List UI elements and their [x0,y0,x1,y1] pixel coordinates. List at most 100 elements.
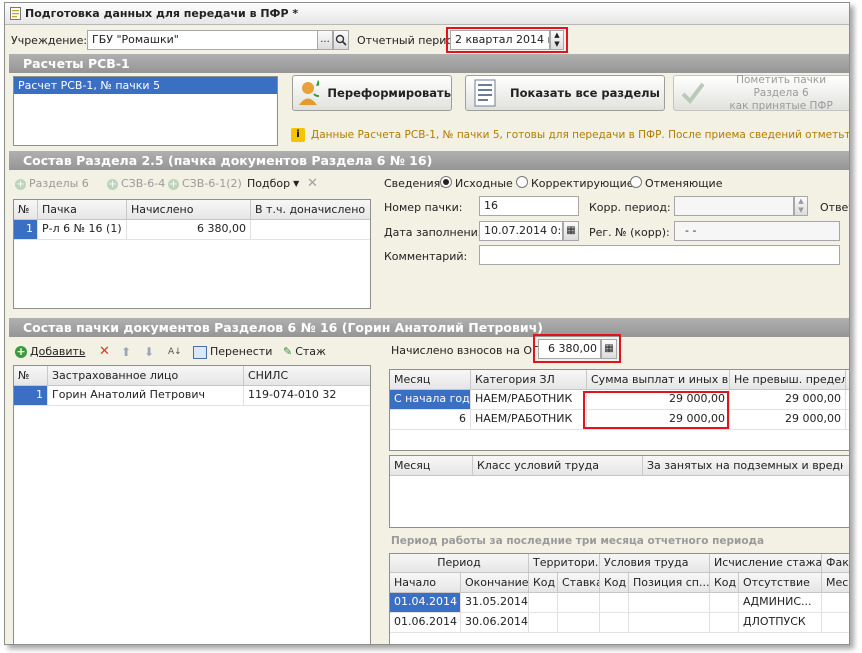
cell-end: 31.05.2014 [461,593,529,612]
arrow-up-icon[interactable]: ⬆ [121,344,131,360]
table-row[interactable]: 01.06.2014 30.06.2014 ДЛОТПУСК [390,613,849,633]
radio-ishod[interactable]: Исходные [440,176,513,192]
korr-period-label: Корр. период: [589,201,671,214]
col-terr-code: Код [529,573,558,592]
korr-period-field[interactable] [674,196,794,216]
comment-label: Комментарий: [384,250,468,263]
col-underground: За занятых на подземных и вредных р... [647,459,843,472]
section-rsv-header: Расчеты РСВ-1 [9,54,849,73]
plus-circle-icon: + [168,178,179,190]
col-absence: Отсутствие [739,573,822,592]
move-button[interactable]: Перенести [193,344,272,360]
period-field[interactable]: 2 квартал 2014 г. [450,30,550,50]
show-all-sections-button[interactable]: Показать все разделы [465,75,665,111]
search-icon[interactable] [333,30,349,50]
col-extra: В [846,370,849,389]
podbor-button[interactable]: Подбор ▼ [247,176,299,192]
stazh-label: Стаж [295,345,326,358]
comment-field[interactable] [479,245,840,265]
pack-number-field[interactable]: 16 [479,196,579,216]
mark-accepted-line2: как принятые ПФР [729,99,833,112]
add-button[interactable]: + Добавить [15,344,85,360]
cell-extra [251,220,370,239]
section25-grid[interactable]: № Пачка Начислено В т.ч. доначислено 1 Р… [13,199,371,309]
szv61-button[interactable]: + СЗВ-6-1(2) [168,176,242,192]
col-month: Месяц [390,370,471,389]
arrow-down-icon[interactable]: ⬇ [144,344,154,360]
cell-rate [558,613,600,632]
plus-circle-icon: + [15,345,27,358]
korr-period-spinner[interactable]: ▲ ▼ [794,196,808,216]
accrued-field[interactable]: 6 380,00 [538,339,601,359]
cell-absence: ДЛОТПУСК [739,613,822,632]
cell-cond-code [600,613,629,632]
table-row[interactable]: 1 Горин Анатолий Петрович 119-074-010 32 [14,386,370,406]
reg-number-label: Рег. № (корр): [589,226,670,239]
cell-person: Горин Анатолий Петрович [48,386,244,405]
cell-number: 1 [14,386,48,405]
accrued-label: Начислено взносов на ОПС: [391,344,552,357]
col-position: Позиция сп... [629,573,710,592]
pencil-icon: ✎ [283,345,293,358]
col-number: № [14,366,48,385]
cell-month: 6 [390,410,471,429]
institution-field[interactable]: ГБУ "Ромашки" [87,30,319,50]
fill-date-label: Дата заполнения: [384,226,489,239]
sort-icon[interactable]: А↓ [168,344,182,360]
radio-ishod-label: Исходные [455,177,513,190]
period-work-title: Период работы за последние три месяца от… [391,535,765,547]
col-category: Категория ЗЛ [471,370,587,389]
fill-date-field[interactable]: 10.07.2014 0:00 [479,221,563,241]
mark-accepted-button[interactable]: Пометить пачки Раздела 6 как принятые ПФ… [673,73,849,112]
move-icon [193,345,207,359]
col-limit: Не превыш. предел... [730,370,846,389]
calendar-icon[interactable]: ▦ [563,221,579,241]
col-extra: В т.ч. доначислено [255,203,366,216]
cell-start: 01.04.2014 [390,593,461,612]
mark-accepted-line1: Пометить пачки Раздела 6 [736,73,827,99]
table-row[interactable]: 01.04.2014 31.05.2014 АДМИНИС... [390,593,849,613]
checkmark-icon [681,82,705,105]
col-number: № [14,200,38,219]
otvet-label: Ответ [820,201,849,214]
reform-button-label: Переформировать [327,86,451,100]
institution-select-button[interactable]: ... [317,30,333,50]
cell-pack: Р-л 6 № 16 (1) [38,220,127,239]
persons-grid[interactable]: № Застрахованное лицо СНИЛС 1 Горин Анат… [13,365,371,644]
cell-rate [558,593,600,612]
reform-button[interactable]: Переформировать [292,75,452,111]
rsv-list-item[interactable]: Расчет РСВ-1, № пачки 5 [14,77,277,94]
delete-icon[interactable]: ✕ [99,344,110,360]
delete-icon[interactable]: ✕ [307,176,318,192]
szv64-button[interactable]: + СЗВ-6-4 [107,176,165,192]
razdely-button[interactable]: + Разделы 6 [15,176,89,192]
work-period-grid[interactable]: Период Территори... Условия труда Исчисл… [389,553,849,644]
szv64-label: СЗВ-6-4 [121,177,166,190]
table-row[interactable]: 1 Р-л 6 № 16 (1) 6 380,00 [14,220,370,240]
cell-cond-code [600,593,629,612]
reg-number-field[interactable]: - - [674,221,840,241]
radio-korr[interactable]: Корректирующие [516,176,634,192]
cell-month: С начала года [390,390,471,409]
info-icon: i [291,128,305,142]
col-accrued: Начислено [127,200,251,219]
col-end: Окончание [461,573,529,592]
podbor-label: Подбор [247,177,291,190]
cell-terr-code [529,613,558,632]
calculator-icon[interactable]: ▦ [601,339,617,359]
cell-category: НАЕМ/РАБОТНИК [471,410,587,429]
window-title: Подготовка данных для передачи в ПФР * [25,7,299,20]
stazh-button[interactable]: ✎ Стаж [283,344,326,360]
cell-category: НАЕМ/РАБОТНИК [471,390,587,409]
col-rate: Ставка [558,573,600,592]
work-conditions-grid[interactable]: Месяц Класс условий труда За занятых на … [389,455,849,528]
main-window: Подготовка данных для передачи в ПФР * У… [4,2,850,645]
document-list-icon [474,79,496,107]
cell-position [629,593,710,612]
rsv-info-text: Данные Расчета РСВ-1, № пачки 5, готовы … [311,129,850,141]
period-spinner[interactable]: ▲ ▼ [550,30,564,50]
radio-otmen[interactable]: Отменяющие [630,176,722,192]
rsv-list[interactable]: Расчет РСВ-1, № пачки 5 [13,76,278,146]
institution-label: Учреждение: [11,34,88,47]
move-label: Перенести [210,345,273,358]
